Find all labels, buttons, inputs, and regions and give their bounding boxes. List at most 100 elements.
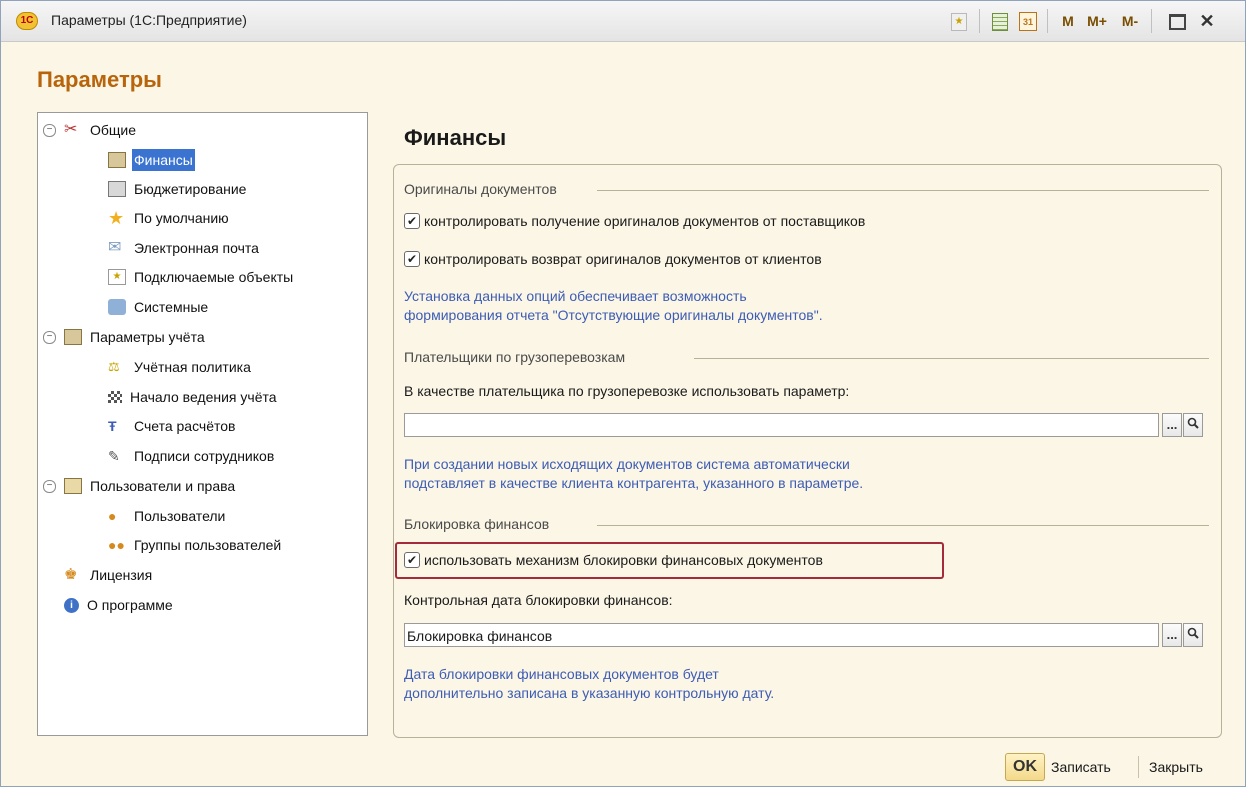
tree-item-label: Группы пользователей xyxy=(134,537,282,553)
tree-item-users-rights[interactable]: Пользователи и права xyxy=(64,475,237,497)
tree-item-signatures[interactable]: ✎ Подписи сотрудников xyxy=(108,445,276,467)
group-divider xyxy=(597,525,1209,526)
tree-item-label: Общие xyxy=(90,122,137,138)
blocking-note: Дата блокировки финансовых документов бу… xyxy=(404,665,774,703)
close-button[interactable]: ✕ xyxy=(1197,11,1217,31)
note-line: Дата блокировки финансовых документов бу… xyxy=(404,666,719,682)
tree-item-about[interactable]: i О программе xyxy=(64,594,175,616)
tree-item-label: Финансы xyxy=(132,149,195,171)
app-logo-icon[interactable]: 1С xyxy=(16,12,38,30)
form-title: Параметры xyxy=(37,67,162,92)
group-divider xyxy=(694,358,1209,359)
tree-item-email[interactable]: ✉ Электронная почта xyxy=(108,237,261,259)
memory-button[interactable]: M xyxy=(1061,11,1075,31)
tree-item-user-groups[interactable]: ●● Группы пользователей xyxy=(108,534,283,556)
checkbox-checked-icon[interactable]: ✔ xyxy=(404,251,420,268)
tree-item-label: Системные xyxy=(134,299,209,315)
toolbar-separator xyxy=(1151,9,1152,33)
note-line: дополнительно записана в указанную контр… xyxy=(404,685,775,701)
payer-param-label: В качестве плательщика по грузоперевозке… xyxy=(404,383,850,399)
save-button[interactable]: Записать xyxy=(1051,759,1111,775)
tree-item-accounting-policy[interactable]: ⚖ Учётная политика xyxy=(108,356,253,378)
license-icon: ♚ xyxy=(64,566,78,584)
tree-item-label: О программе xyxy=(87,597,173,613)
note-line: подставляет в качестве клиента контраген… xyxy=(404,475,864,491)
ok-button[interactable]: OK xyxy=(1005,753,1045,781)
check-suppliers-originals[interactable]: ✔ контролировать получение оригиналов док… xyxy=(404,213,865,230)
note-line: Установка данных опций обеспечивает возм… xyxy=(404,288,747,304)
collapse-toggle[interactable]: − xyxy=(43,331,56,344)
checkbox-checked-icon[interactable]: ✔ xyxy=(404,213,420,230)
tree-item-label: Учётная политика xyxy=(134,359,251,375)
tree-item-label: Пользователи и права xyxy=(90,478,236,494)
section-title: Финансы xyxy=(404,125,507,150)
note-line: формирования отчета "Отсутствующие ориги… xyxy=(404,307,823,323)
payers-note: При создании новых исходящих документов … xyxy=(404,455,863,493)
checkbox-checked-icon[interactable]: ✔ xyxy=(404,552,420,569)
check-clients-originals[interactable]: ✔ контролировать возврат оригиналов докум… xyxy=(404,251,822,268)
info-icon: i xyxy=(64,597,79,613)
check-use-blocking[interactable]: ✔ использовать механизм блокировки финанс… xyxy=(404,552,823,569)
checkbox-label: контролировать возврат оригиналов докуме… xyxy=(424,251,822,267)
payer-param-input[interactable] xyxy=(404,413,1159,437)
accounts-icon: Ŧ xyxy=(108,418,117,435)
tree-item-system[interactable]: Системные xyxy=(108,296,210,318)
signature-icon: ✎ xyxy=(108,448,120,465)
settings-tree: − ✂ Общие Финансы Бюджетирование ★ По умол… xyxy=(37,112,368,736)
search-icon[interactable] xyxy=(1183,413,1203,437)
tree-item-users[interactable]: ● Пользователи xyxy=(108,505,227,527)
tree-item-budgeting[interactable]: Бюджетирование xyxy=(108,178,248,200)
tree-item-label: Электронная почта xyxy=(134,240,259,256)
blocking-date-input[interactable]: Блокировка финансов xyxy=(404,623,1159,647)
select-button[interactable]: ... xyxy=(1162,623,1182,647)
calculator-icon xyxy=(108,181,126,198)
tree-item-label: Бюджетирование xyxy=(134,181,247,197)
tree-item-label: Подключаемые объекты xyxy=(134,269,294,285)
tree-item-label: Лицензия xyxy=(90,567,153,583)
window: 1С Параметры (1С:Предприятие) ★ 31 M M+ … xyxy=(0,0,1246,787)
accounting-icon xyxy=(64,329,82,346)
tools-icon: ✂ xyxy=(64,121,78,139)
tree-item-defaults[interactable]: ★ По умолчанию xyxy=(108,207,231,229)
system-icon xyxy=(108,299,126,316)
search-icon[interactable] xyxy=(1183,623,1203,647)
finance-icon xyxy=(108,152,126,169)
calendar-icon[interactable]: 31 xyxy=(1019,12,1037,31)
footer-separator xyxy=(1138,756,1139,778)
memory-plus-button[interactable]: M+ xyxy=(1085,11,1109,31)
collapse-toggle[interactable]: − xyxy=(43,124,56,137)
calculator-icon[interactable] xyxy=(992,13,1008,31)
star-icon: ★ xyxy=(108,208,125,229)
tree-item-label: Параметры учёта xyxy=(90,329,205,345)
tree-item-license[interactable]: ♚ Лицензия xyxy=(64,564,154,586)
user-icon: ● xyxy=(108,508,117,525)
select-button[interactable]: ... xyxy=(1162,413,1182,437)
memory-minus-button[interactable]: M- xyxy=(1118,11,1142,31)
favorite-icon[interactable]: ★ xyxy=(951,13,967,31)
tree-item-label: Пользователи xyxy=(134,508,226,524)
tree-item-label: Подписи сотрудников xyxy=(134,448,275,464)
group-divider xyxy=(597,190,1209,191)
tree-item-settlement-accounts[interactable]: Ŧ Счета расчётов xyxy=(108,415,237,437)
title-bar: 1С Параметры (1С:Предприятие) ★ 31 M M+ … xyxy=(1,1,1245,42)
toolbar-separator xyxy=(979,9,980,33)
toolbar-separator xyxy=(1047,9,1048,33)
flag-icon xyxy=(108,391,122,404)
tree-item-plugins[interactable]: ★ Подключаемые объекты xyxy=(108,266,295,288)
collapse-toggle[interactable]: − xyxy=(43,480,56,493)
tree-item-finance[interactable]: Финансы xyxy=(108,149,195,171)
users-rights-icon xyxy=(64,478,82,495)
group-header-payers: Плательщики по грузоперевозкам xyxy=(404,349,626,365)
tree-item-label: По умолчанию xyxy=(134,210,229,226)
close-form-button[interactable]: Закрыть xyxy=(1149,759,1203,775)
envelope-icon: ✉ xyxy=(108,239,122,257)
tree-item-label: Начало ведения учёта xyxy=(130,389,277,405)
tree-item-general[interactable]: ✂ Общие xyxy=(64,119,138,141)
group-header-originals: Оригиналы документов xyxy=(404,181,557,197)
tree-item-accounting-start[interactable]: Начало ведения учёта xyxy=(108,386,279,408)
maximize-button[interactable] xyxy=(1169,14,1186,30)
user-group-icon: ●● xyxy=(108,537,125,554)
tree-item-accounting-params[interactable]: Параметры учёта xyxy=(64,326,207,348)
checkbox-label: контролировать получение оригиналов доку… xyxy=(424,213,866,229)
blocking-date-label: Контрольная дата блокировки финансов: xyxy=(404,592,673,608)
